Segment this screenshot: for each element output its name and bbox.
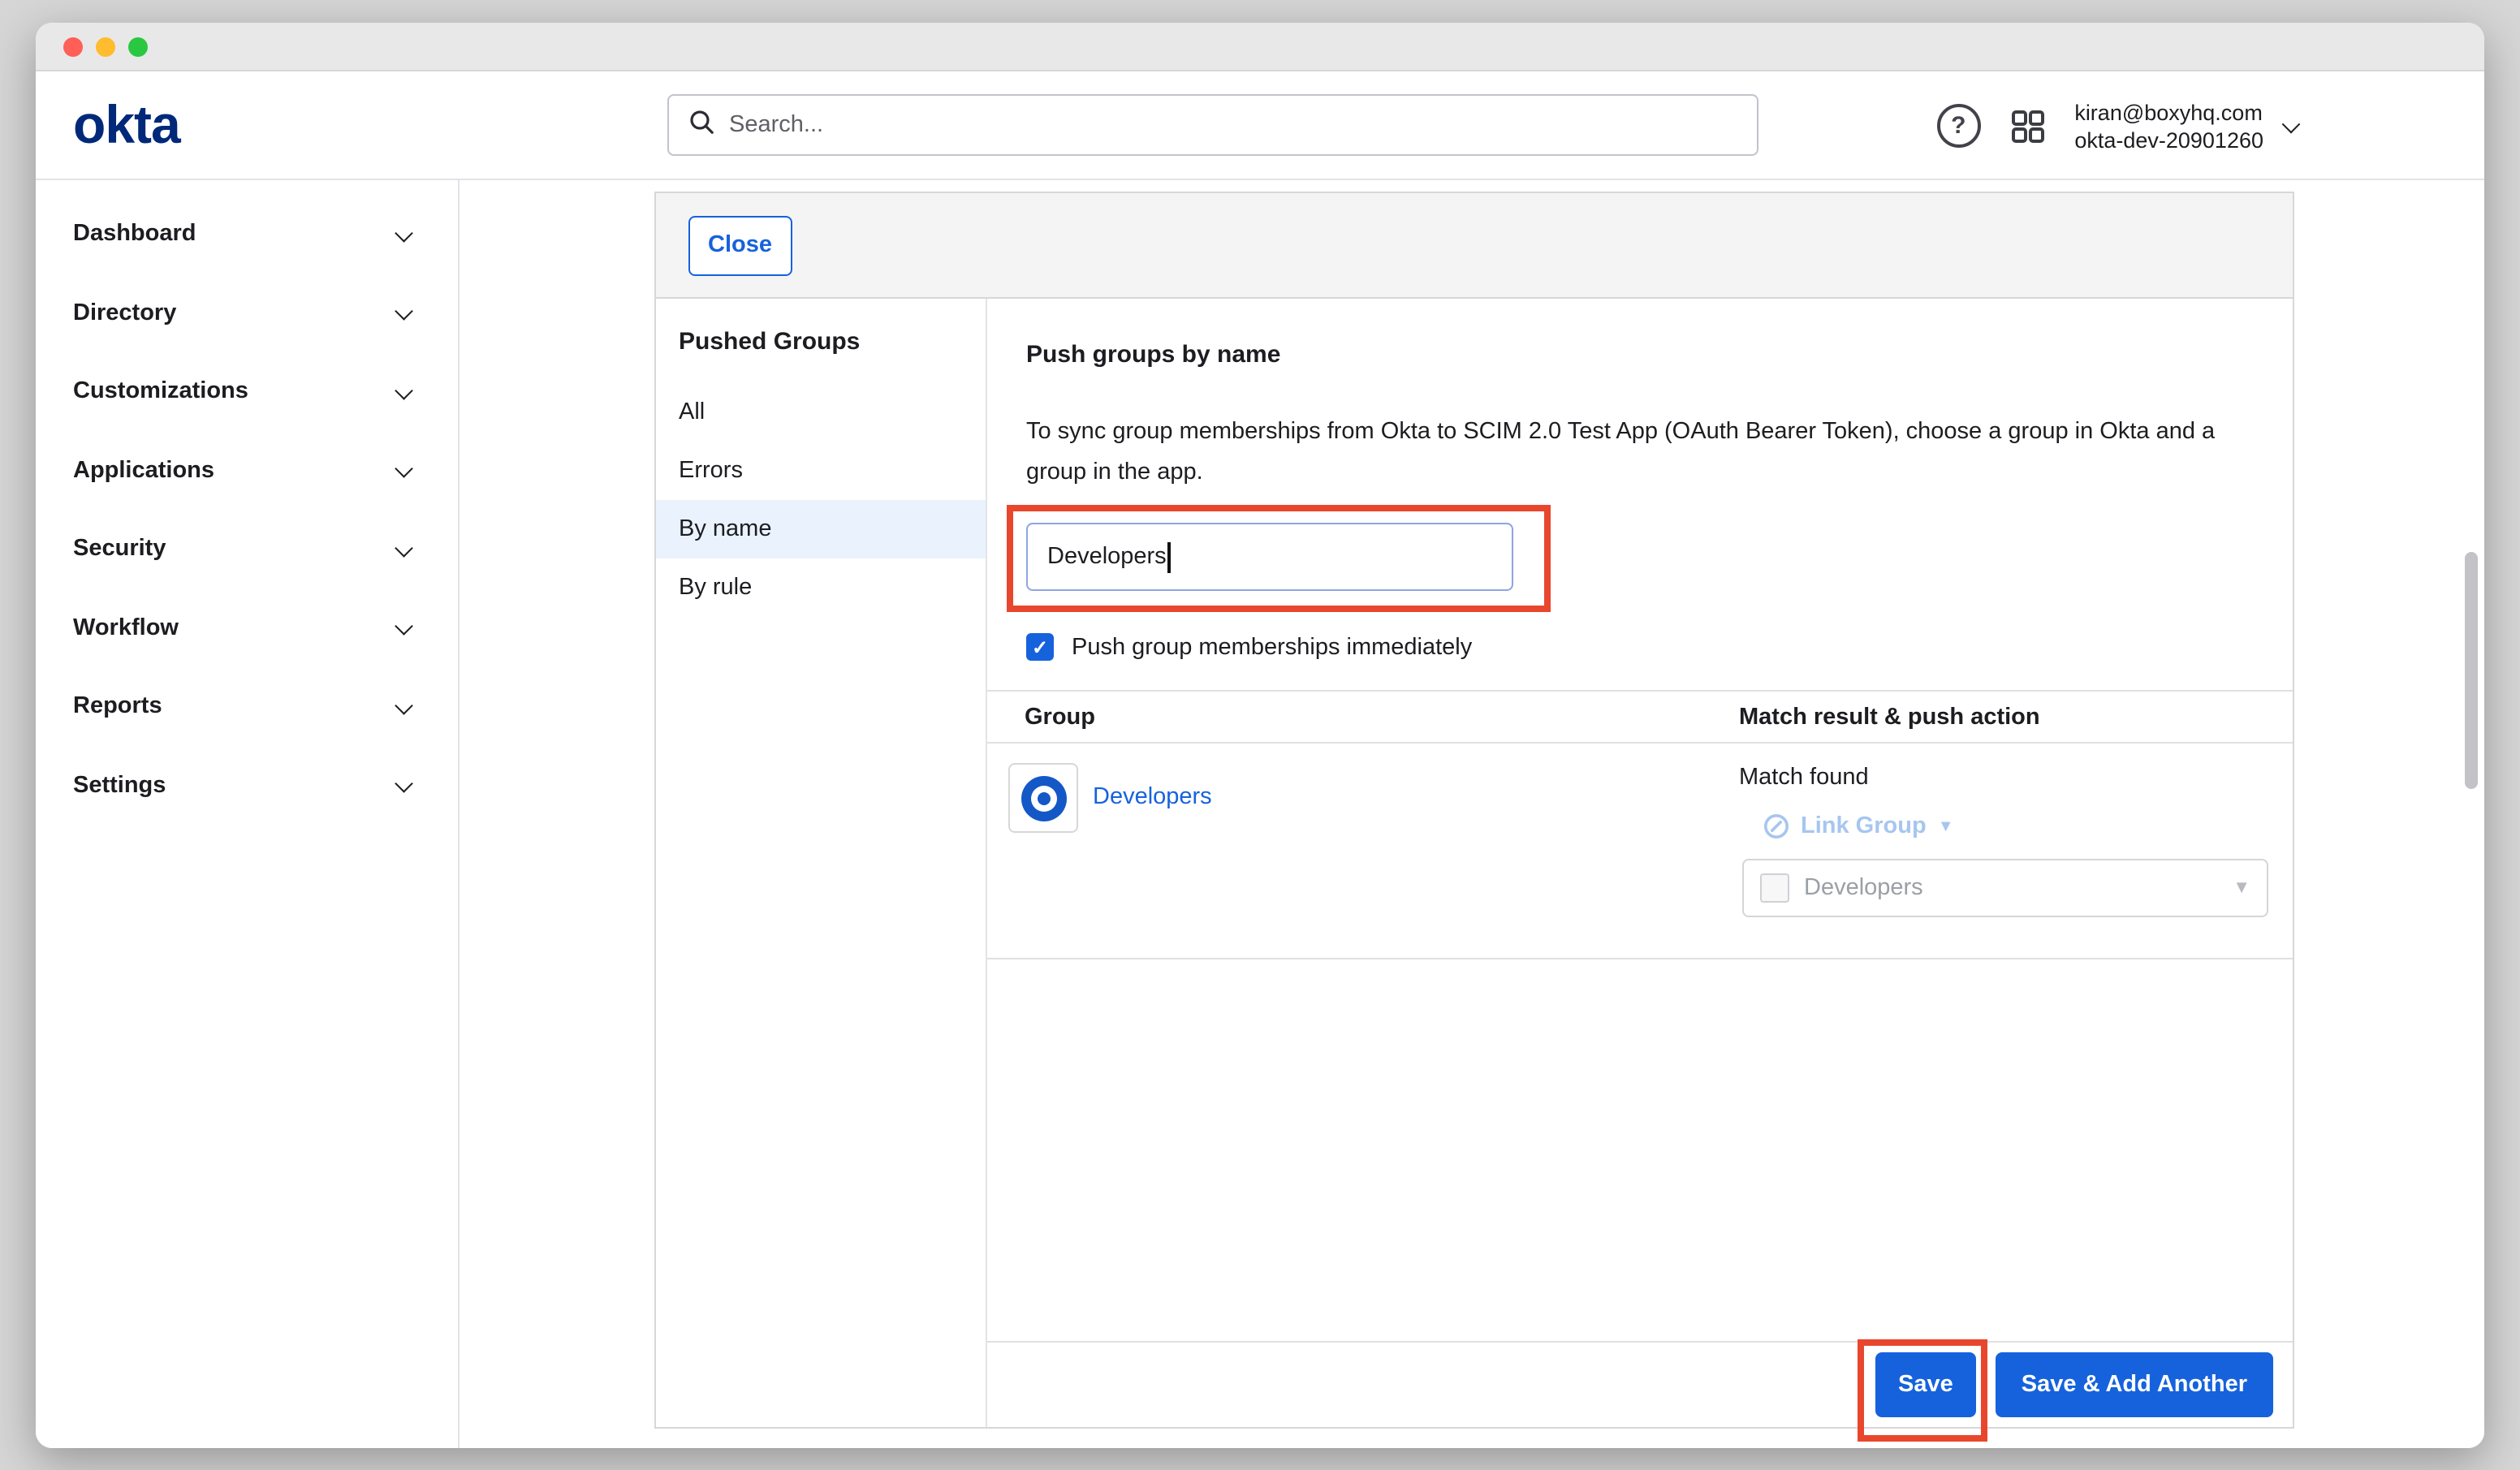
global-search[interactable]	[667, 94, 1758, 156]
chevron-down-icon	[395, 617, 412, 634]
form-footer: Save Save & Add Another	[987, 1341, 2293, 1427]
sidebar-item-applications[interactable]: Applications	[36, 431, 458, 510]
top-header: okta ?	[36, 71, 2484, 180]
nav-item-errors[interactable]: Errors	[656, 442, 986, 500]
nav-item-all[interactable]: All	[656, 383, 986, 442]
match-table: Group Match result & push action	[987, 690, 2293, 959]
text-cursor	[1168, 541, 1171, 572]
vertical-scrollbar[interactable]	[2465, 552, 2478, 789]
match-status: Match found	[1739, 763, 2293, 792]
group-name-input[interactable]: Developers	[1026, 523, 1513, 591]
column-header-group: Group	[987, 704, 1739, 730]
link-icon	[1763, 813, 1789, 839]
push-by-name-form: Push groups by name To sync group member…	[987, 299, 2293, 1427]
caret-down-icon: ▼	[1938, 817, 1954, 835]
nav-item-by-name[interactable]: By name	[656, 500, 986, 558]
window-titlebar	[36, 23, 2484, 71]
sidebar-item-label: Dashboard	[73, 222, 196, 248]
table-row: Developers Match found	[987, 744, 2293, 959]
linked-group-dropdown[interactable]: Developers ▼	[1742, 859, 2268, 917]
pushed-groups-title: Pushed Groups	[656, 328, 986, 357]
pushed-groups-nav: Pushed Groups All Errors By name By rule	[656, 299, 987, 1427]
sidebar-item-label: Directory	[73, 300, 176, 326]
app-window: okta ?	[36, 23, 2484, 1448]
sidebar-item-label: Security	[73, 537, 166, 563]
sidebar-item-settings[interactable]: Settings	[36, 746, 458, 825]
panel-body: Pushed Groups All Errors By name By rule	[656, 299, 2293, 1427]
account-org: okta-dev-20901260	[2074, 126, 2263, 153]
close-button[interactable]: Close	[688, 215, 792, 275]
help-icon[interactable]: ?	[1936, 104, 1980, 148]
sidebar-item-workflow[interactable]: Workflow	[36, 588, 458, 667]
screen: okta ?	[0, 0, 2520, 1470]
save-add-another-button[interactable]: Save & Add Another	[1996, 1352, 2273, 1417]
search-icon	[688, 108, 714, 142]
group-link[interactable]: Developers	[1093, 763, 1212, 833]
chevron-down-icon	[2282, 114, 2301, 133]
push-groups-panel: Close Pushed Groups All Errors By name B…	[654, 192, 2294, 1429]
account-email: kiran@boxyhq.com	[2074, 98, 2263, 126]
okta-logo: okta	[73, 96, 180, 154]
caret-down-icon: ▼	[2233, 878, 2250, 898]
link-group-label: Link Group	[1801, 813, 1927, 839]
panel-topbar: Close	[656, 193, 2293, 299]
chevron-down-icon	[395, 302, 412, 319]
chevron-down-icon	[395, 459, 412, 476]
okta-group-icon	[1021, 775, 1066, 821]
sidebar: Dashboard Directory Customizations Appli…	[36, 180, 460, 1448]
sidebar-item-label: Workflow	[73, 615, 179, 641]
group-icon-placeholder	[1760, 873, 1789, 903]
search-input[interactable]	[729, 112, 1737, 138]
chevron-down-icon	[395, 381, 412, 398]
form-description: To sync group memberships from Okta to S…	[1026, 412, 2241, 492]
link-group-button[interactable]: Link Group ▼	[1763, 813, 2293, 839]
window-minimize-button[interactable]	[96, 37, 115, 56]
group-avatar	[1008, 763, 1078, 833]
sidebar-item-reports[interactable]: Reports	[36, 667, 458, 746]
nav-item-by-rule[interactable]: By rule	[656, 558, 986, 617]
column-header-match: Match result & push action	[1739, 704, 2293, 730]
sidebar-item-customizations[interactable]: Customizations	[36, 352, 458, 431]
header-actions: ? kiran@boxyhq.com okta-dev-20901260	[1936, 71, 2298, 180]
push-immediately-checkbox[interactable]: ✓	[1026, 633, 1054, 661]
chevron-down-icon	[395, 696, 412, 713]
content-area: Dashboard Directory Customizations Appli…	[36, 180, 2484, 1448]
sidebar-item-label: Settings	[73, 773, 166, 799]
apps-grid-icon[interactable]	[2008, 106, 2047, 145]
window-zoom-button[interactable]	[128, 37, 148, 56]
sidebar-item-label: Reports	[73, 694, 162, 720]
sidebar-item-dashboard[interactable]: Dashboard	[36, 195, 458, 274]
chevron-down-icon	[395, 223, 412, 240]
window-close-button[interactable]	[63, 37, 83, 56]
chevron-down-icon	[395, 538, 412, 555]
group-name-value: Developers	[1047, 544, 1167, 570]
sidebar-item-security[interactable]: Security	[36, 510, 458, 588]
save-button[interactable]: Save	[1875, 1352, 1976, 1417]
linked-group-value: Developers	[1804, 875, 2218, 901]
form-title: Push groups by name	[1026, 339, 2254, 370]
push-immediately-label: Push group memberships immediately	[1072, 634, 1472, 660]
sidebar-item-label: Applications	[73, 458, 214, 484]
sidebar-item-directory[interactable]: Directory	[36, 274, 458, 352]
account-menu[interactable]: kiran@boxyhq.com okta-dev-20901260	[2074, 98, 2298, 153]
sidebar-item-label: Customizations	[73, 379, 248, 405]
chevron-down-icon	[395, 774, 412, 791]
main-area: Close Pushed Groups All Errors By name B…	[460, 180, 2484, 1448]
